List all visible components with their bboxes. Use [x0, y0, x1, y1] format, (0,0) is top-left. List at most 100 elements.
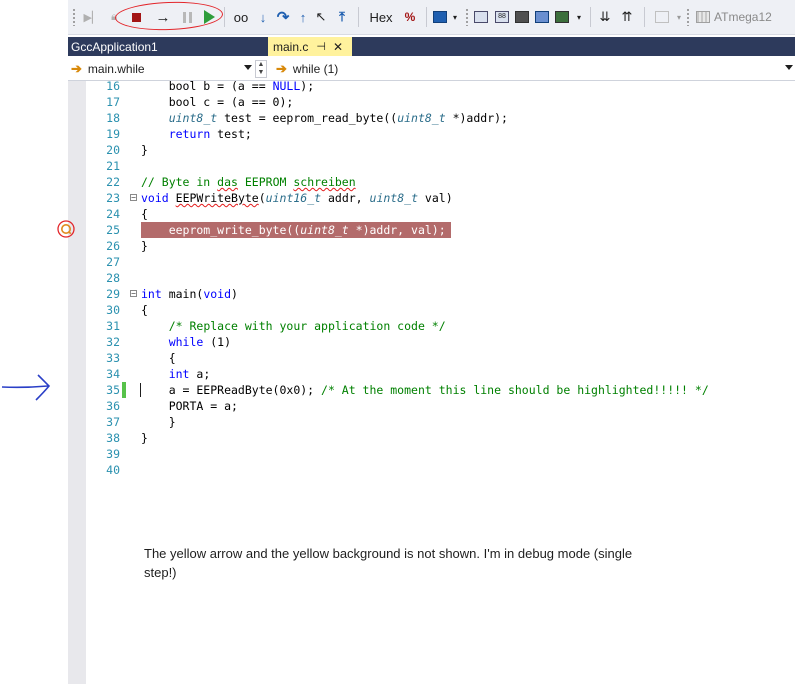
watch-glasses-icon[interactable]: oo — [230, 6, 252, 28]
scope-spinner[interactable]: ▲ ▼ — [255, 60, 267, 78]
collapse-icon[interactable]: − — [130, 290, 137, 298]
disabled-tool-icon — [654, 6, 670, 28]
scope-label: main.while — [87, 62, 145, 76]
code-line[interactable]: 36 PORTA = a; — [86, 398, 795, 414]
code-line[interactable]: 19 return test; — [86, 126, 795, 142]
code-text: int a; — [168, 367, 211, 381]
code-line[interactable]: 21 — [86, 158, 795, 174]
code-text: { — [141, 351, 176, 365]
chip-icon — [696, 11, 710, 23]
scope-dropdown[interactable]: ➔ main.while — [68, 60, 254, 78]
code-line[interactable]: 31 /* Replace with your application code… — [86, 318, 795, 334]
code-text: // Byte in das EEPROM schreiben — [141, 175, 356, 189]
code-line[interactable]: 17 bool c = (a == 0); — [86, 94, 795, 110]
step-out-icon[interactable]: ↑ — [296, 6, 310, 28]
code-line[interactable]: 30 { — [86, 302, 795, 318]
device-programming-icon[interactable]: ⇊ — [596, 6, 614, 28]
line-number: 30 — [106, 303, 120, 317]
step-over-icon[interactable]: ↷ — [274, 6, 292, 28]
registers-icon[interactable]: 88 — [494, 6, 510, 28]
code-line[interactable]: 33 { — [86, 350, 795, 366]
code-line[interactable]: 23 − void EEPWriteByte(uint16_t addr, uint… — [86, 190, 795, 206]
code-line[interactable]: 34 int a; — [86, 366, 795, 382]
member-dropdown[interactable]: ➔ while (1) — [273, 60, 795, 78]
blue-annotation-arrow — [1, 374, 51, 401]
code-text: bool c = (a == 0); — [141, 95, 294, 109]
close-icon[interactable]: ✕ — [333, 40, 343, 54]
tab-label: main.c — [273, 39, 309, 54]
arrow-right-icon: ➔ — [71, 61, 82, 76]
member-label: while (1) — [292, 62, 339, 76]
code-text: void EEPWriteByte(uint16_t addr, uint8_t… — [141, 191, 453, 205]
line-number: 27 — [106, 255, 120, 269]
document-tab-bar: GccApplication1 main.c ⊣ ✕ — [68, 37, 795, 56]
device-selector[interactable]: ATmega12 — [696, 6, 772, 28]
code-text: a = EEPReadByte(0x0); /* At the moment t… — [141, 383, 709, 397]
code-line[interactable]: 32 while (1) — [86, 334, 795, 350]
chevron-down-icon — [244, 65, 252, 70]
display-icon[interactable] — [432, 6, 448, 28]
line-number: 20 — [106, 143, 120, 157]
io-view-icon[interactable] — [534, 6, 550, 28]
code-line[interactable]: 24 { — [86, 206, 795, 222]
line-number: 36 — [106, 399, 120, 413]
collapse-icon[interactable]: − — [130, 194, 137, 202]
code-text: { — [141, 207, 148, 221]
processor-icon[interactable] — [514, 6, 530, 28]
line-number: 33 — [106, 351, 120, 365]
breakpoint-marker-icon[interactable] — [56, 219, 76, 239]
line-number: 35 — [106, 383, 120, 397]
code-line[interactable]: 28 — [86, 270, 795, 286]
code-line[interactable]: 38} — [86, 430, 795, 446]
code-line[interactable]: 40 — [86, 462, 795, 478]
tab-label: GccApplication1 — [71, 39, 158, 54]
breakpoint-margin[interactable] — [68, 81, 86, 684]
run-to-cursor-icon[interactable]: ↖ — [314, 6, 328, 28]
code-line[interactable]: 25 eeprom_write_byte((uint8_t *)addr, va… — [86, 222, 795, 238]
step-into-icon[interactable]: ↓ — [256, 6, 270, 28]
tab-main-c[interactable]: main.c ⊣ ✕ — [268, 37, 352, 56]
line-number: 23 — [106, 191, 120, 205]
line-number: 17 — [106, 95, 120, 109]
arrow-right-icon: ➔ — [276, 61, 287, 76]
annotation-note: The yellow arrow and the yellow backgrou… — [144, 546, 633, 580]
line-number: 26 — [106, 239, 120, 253]
disassembly-icon[interactable] — [554, 6, 570, 28]
code-line[interactable]: 26} — [86, 238, 795, 254]
code-text: return test; — [168, 127, 252, 141]
code-text: int main(void) — [141, 287, 238, 301]
memory-window-icon[interactable] — [473, 6, 489, 28]
line-number: 18 — [106, 111, 120, 125]
code-line[interactable]: 37 } — [86, 414, 795, 430]
code-editor[interactable]: 16 bool b = (a == NULL); 17 bool c = (a =… — [86, 81, 795, 684]
pin-icon[interactable]: ⊣ — [316, 40, 326, 53]
code-line[interactable]: 20} — [86, 142, 795, 158]
disable-breakpoints-icon[interactable]: % — [400, 6, 420, 28]
upload-icon[interactable]: ⇈ — [618, 6, 636, 28]
line-number: 34 — [106, 367, 120, 381]
line-number: 22 — [106, 175, 120, 189]
windows-dropdown-icon[interactable]: ▾ — [574, 6, 584, 28]
line-number: 25 — [106, 223, 120, 237]
line-number: 24 — [106, 207, 120, 221]
toolbar-grip[interactable] — [72, 8, 76, 26]
line-number: 19 — [106, 127, 120, 141]
show-next-statement-icon[interactable]: ⤒ — [334, 6, 350, 28]
display-dropdown-icon[interactable]: ▾ — [451, 6, 459, 28]
code-line[interactable]: 22 // Byte in das EEPROM schreiben — [86, 174, 795, 190]
continue-to-cursor-icon[interactable]: ▶▏ — [82, 6, 102, 28]
line-number: 16 — [106, 81, 120, 93]
line-number: 29 — [106, 287, 120, 301]
tab-gccapplication1[interactable]: GccApplication1 — [68, 37, 200, 56]
code-text: /* Replace with your application code */ — [168, 319, 446, 333]
code-line[interactable]: 35 a = EEPReadByte(0x0); /* At the momen… — [86, 382, 795, 398]
code-line[interactable]: 27 — [86, 254, 795, 270]
code-line[interactable]: 16 bool b = (a == NULL); — [86, 81, 795, 94]
code-line[interactable]: 18 uint8_t test = eeprom_read_byte((uint… — [86, 110, 795, 126]
hex-toggle-button[interactable]: Hex — [366, 6, 396, 28]
device-label: ATmega12 — [714, 10, 772, 24]
tool-dropdown-icon[interactable]: ▾ — [674, 6, 684, 28]
code-text: bool b = (a == NULL); — [141, 81, 315, 93]
code-line[interactable]: 39 — [86, 446, 795, 462]
code-line[interactable]: 29 − int main(void) — [86, 286, 795, 302]
